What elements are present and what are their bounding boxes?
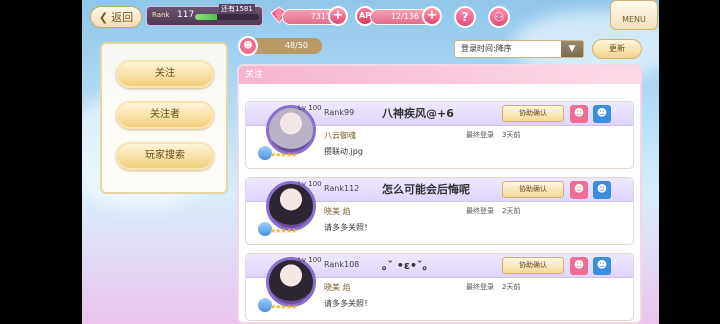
add-ap-button[interactable]: +: [422, 6, 442, 26]
add-gems-button[interactable]: +: [328, 6, 348, 26]
star-rating-icon: ★★★★★: [270, 303, 297, 311]
avatar[interactable]: [266, 181, 316, 231]
assist-label: 协助确认: [519, 109, 547, 117]
user-icon: ☻: [238, 36, 258, 56]
sidebar-item-label: 玩家搜索: [145, 150, 185, 161]
sort-select[interactable]: 登录时间:降序 ▼: [454, 40, 584, 58]
sidebar-item-player-search[interactable]: 玩家搜索: [116, 142, 214, 170]
star-rating-icon: ★★★★★: [270, 151, 297, 159]
assist-confirm-button[interactable]: 协助确认: [502, 257, 564, 274]
sidebar-item-followers[interactable]: 关注者: [116, 101, 214, 129]
list-item[interactable]: Lv 100 ★★★★★ Rank99 八神疾风@+6 协助确认 ☻ ☻ 八云御…: [245, 101, 634, 169]
profile-button[interactable]: ☻: [593, 181, 611, 199]
profile-button[interactable]: ☻: [593, 105, 611, 123]
sidebar-item-label: 关注: [155, 68, 175, 79]
list-item[interactable]: Lv 100 ★★★★★ Rank112 怎么可能会后悔呢 协助确认 ☻ ☻ 晓…: [245, 177, 634, 245]
guild-name: 晓美 焰: [324, 207, 351, 216]
profile-button[interactable]: ☻: [570, 181, 588, 199]
assist-label: 协助确认: [519, 261, 547, 269]
rank-progress-bar: [195, 14, 259, 20]
list-header-label: 关注: [245, 70, 264, 80]
refresh-button[interactable]: 更新: [592, 39, 642, 59]
level-label: Lv 100: [298, 104, 322, 112]
chevron-left-icon: ❮: [98, 10, 109, 24]
ap-value: 12/136: [390, 12, 419, 21]
chevron-down-icon: ▼: [561, 41, 583, 57]
people-icon: ⚇: [493, 10, 505, 24]
back-button[interactable]: ❮ 返回: [90, 6, 142, 28]
menu-button[interactable]: MENU: [610, 0, 658, 30]
follow-count-value: 48/50: [284, 41, 308, 50]
player-name: 怎么可能会后悔呢: [382, 183, 470, 196]
user-icon: ☻: [596, 260, 608, 271]
list-header: 关注: [239, 66, 640, 84]
follow-list-panel: 关注 Lv 100 ★★★★★ Rank99 八神疾风@+6 协助确认 ☻ ☻ …: [237, 64, 642, 324]
plus-icon: +: [426, 8, 438, 23]
player-message: 攒联动.jpg: [324, 147, 363, 156]
player-rank: Rank112: [324, 184, 360, 193]
sidebar-item-following[interactable]: 关注: [116, 60, 214, 88]
friend-sidebar: 关注 关注者 玩家搜索: [100, 42, 228, 194]
guild-name: 晓美 焰: [324, 283, 351, 292]
plus-icon: +: [332, 8, 344, 23]
avatar[interactable]: [266, 105, 316, 155]
player-rank: Rank99: [324, 108, 355, 117]
player-message: 请多多关照！: [324, 299, 372, 308]
sidebar-item-label: 关注者: [150, 109, 180, 120]
rank-progress-fill: [195, 14, 218, 20]
last-login-label: 最终登录: [466, 207, 494, 215]
help-button[interactable]: ?: [454, 6, 476, 28]
player-name: ｡ˇ •ε•ˇ｡: [382, 259, 429, 272]
assist-confirm-button[interactable]: 协助确认: [502, 105, 564, 122]
rank-remaining: 还有1581: [219, 4, 255, 14]
guild-name: 八云御魂: [324, 131, 356, 140]
profile-button[interactable]: ☻: [593, 257, 611, 275]
user-icon: ☻: [596, 108, 608, 119]
refresh-label: 更新: [609, 44, 625, 53]
game-screen: ❮ 返回 Rank 117 还有1581 7317 + AP 12/136 + …: [82, 0, 659, 324]
last-login-value: 2天前: [502, 283, 521, 291]
level-label: Lv 100: [298, 256, 322, 264]
player-rank: Rank108: [324, 260, 360, 269]
user-icon: ☻: [596, 184, 608, 195]
user-icon: ☻: [573, 184, 585, 195]
list-item[interactable]: Lv 100 ★★★★★ Rank108 ｡ˇ •ε•ˇ｡ 协助确认 ☻ ☻ 晓…: [245, 253, 634, 321]
menu-label: MENU: [622, 15, 646, 24]
sort-value: 登录时间:降序: [461, 44, 512, 53]
last-login-label: 最终登录: [466, 283, 494, 291]
last-login-label: 最终登录: [466, 131, 494, 139]
last-login-value: 3天前: [502, 131, 521, 139]
profile-button[interactable]: ☻: [570, 257, 588, 275]
friend-support-button[interactable]: ⚇: [488, 6, 510, 28]
back-label: 返回: [111, 11, 134, 24]
rank-panel: Rank 117 还有1581: [146, 4, 263, 26]
user-icon: ☻: [573, 108, 585, 119]
star-rating-icon: ★★★★★: [270, 227, 297, 235]
assist-confirm-button[interactable]: 协助确认: [502, 181, 564, 198]
rank-value: 117: [177, 10, 195, 20]
assist-label: 协助确认: [519, 185, 547, 193]
last-login-value: 2天前: [502, 207, 521, 215]
question-icon: ?: [461, 10, 469, 24]
avatar[interactable]: [266, 257, 316, 307]
rank-label: Rank: [152, 11, 170, 19]
level-label: Lv 100: [298, 180, 322, 188]
profile-button[interactable]: ☻: [570, 105, 588, 123]
player-name: 八神疾风@+6: [382, 107, 454, 120]
player-message: 请多多关照！: [324, 223, 372, 232]
user-icon: ☻: [573, 260, 585, 271]
